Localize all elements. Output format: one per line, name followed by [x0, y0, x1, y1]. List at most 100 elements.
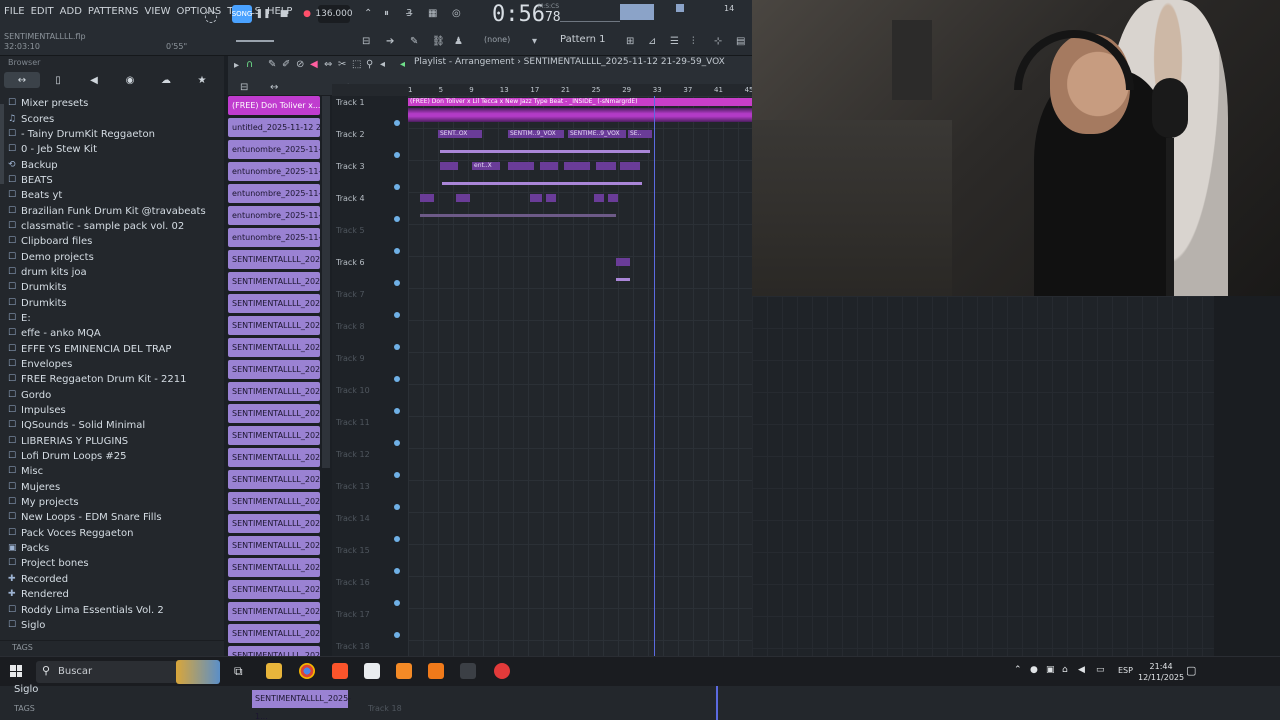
- pattern-list-icon[interactable]: ⊟: [240, 82, 248, 93]
- browser-item[interactable]: ☐ 0 - Jeb Stew Kit: [8, 142, 222, 157]
- browser-item[interactable]: ☐ Lofi Drum Loops #25: [8, 449, 222, 464]
- zoom-tool-icon[interactable]: ⚲: [366, 59, 373, 70]
- vox-clip[interactable]: [596, 162, 616, 170]
- browser-item[interactable]: ☐ IQSounds - Solid Minimal: [8, 418, 222, 433]
- browser-item[interactable]: ☐ New Loops - EDM Snare Fills: [8, 510, 222, 525]
- file-explorer-icon[interactable]: [266, 663, 282, 679]
- network-icon[interactable]: ⌂: [1062, 665, 1068, 675]
- menu-patterns[interactable]: PATTERNS: [88, 6, 139, 17]
- song-mode-button[interactable]: SONG: [232, 5, 252, 23]
- audio-app-icon[interactable]: [460, 663, 476, 679]
- track-mute-led[interactable]: [394, 568, 400, 574]
- loop-icon[interactable]: ◌: [204, 6, 218, 25]
- vox-clip[interactable]: [440, 162, 458, 170]
- browser-tab-cloud[interactable]: ☁: [148, 72, 184, 88]
- draw-tool-icon[interactable]: ✎: [268, 59, 276, 70]
- vox-clip[interactable]: [508, 162, 534, 170]
- pattern-clip-item[interactable]: SENTIMENTALLLL_2025-1...: [228, 536, 320, 555]
- vox-clip[interactable]: [616, 258, 630, 266]
- track-label[interactable]: Track 9: [336, 354, 365, 363]
- menu-file[interactable]: FILE: [4, 6, 25, 17]
- stamp-icon[interactable]: ♟: [454, 36, 463, 47]
- obs-icon[interactable]: [494, 663, 510, 679]
- pattern-clip-item[interactable]: SENTIMENTALLLL_2025-1...: [228, 580, 320, 599]
- vox-clip[interactable]: [530, 194, 542, 202]
- track-label[interactable]: Track 15: [336, 546, 370, 555]
- pattern-clip-item[interactable]: entunombre_2025-11-12...: [228, 162, 320, 181]
- pattern-clip-item[interactable]: entunombre_2025-11-12...: [228, 184, 320, 203]
- track-mute-led[interactable]: [394, 536, 400, 542]
- browser-item[interactable]: ✚ Rendered: [8, 587, 222, 602]
- track-mute-led[interactable]: [394, 440, 400, 446]
- mic-icon[interactable]: ●: [1030, 665, 1038, 675]
- track-mute-led[interactable]: [394, 600, 400, 606]
- pattern-clip-item[interactable]: SENTIMENTALLLL_2025-1...: [228, 558, 320, 577]
- menu-arrow-icon[interactable]: ▸: [234, 60, 239, 71]
- browser-item[interactable]: ♫ Scores: [8, 111, 222, 126]
- pattern-clip-item[interactable]: SENTIMENTALLLL_2025-1...: [228, 470, 320, 489]
- browser-item[interactable]: ☐ Demo projects: [8, 249, 222, 264]
- track-label[interactable]: Track 8: [336, 322, 365, 331]
- step-edit-icon[interactable]: ▦: [428, 8, 437, 19]
- pattern-clip-item[interactable]: SENTIMENTALLLL_2025-1...: [228, 492, 320, 511]
- audio-clip-track-1[interactable]: (FREE) Don Toliver x Lil Tecca x New Jaz…: [408, 98, 752, 106]
- playlist-grid[interactable]: [408, 96, 752, 656]
- vox-clip[interactable]: [608, 194, 618, 202]
- track-mute-led[interactable]: [394, 248, 400, 254]
- pattern-clip-item[interactable]: SENTIMENTALLLL_2025-1...: [228, 602, 320, 621]
- mixer-icon[interactable]: ⫶: [692, 36, 695, 47]
- record-button[interactable]: ●: [300, 5, 314, 23]
- menu-view[interactable]: VIEW: [145, 6, 171, 17]
- track-label[interactable]: Track 6: [336, 258, 365, 267]
- track-mute-led[interactable]: [394, 376, 400, 382]
- chain-icon[interactable]: ⛓: [432, 36, 445, 47]
- brush-icon[interactable]: ✎: [410, 36, 418, 47]
- pattern-clip-item[interactable]: SENTIMENTALLLL_2025-1...: [228, 360, 320, 379]
- pattern-clip-item[interactable]: SENTIMENTALLLL_2025-1...: [228, 250, 320, 269]
- pattern-clip-item[interactable]: SENTIMENTALLLL_2025-1...: [228, 624, 320, 643]
- pattern-clip-item[interactable]: entunombre_2025-11-12...: [228, 228, 320, 247]
- browser-item[interactable]: ☐ Siglo: [8, 618, 222, 633]
- blend-icon[interactable]: ◎: [452, 8, 461, 19]
- pattern-add-icon[interactable]: ⊞: [626, 36, 634, 47]
- pattern-clip-item[interactable]: SENTIMENTALLLL_2025-1...: [228, 426, 320, 445]
- track-mute-led[interactable]: [394, 280, 400, 286]
- browser-item[interactable]: ☐ Pack Voces Reggaeton: [8, 526, 222, 541]
- pattern-clip-item[interactable]: SENTIMENTALLLL_2025-1...: [228, 448, 320, 467]
- channel-rack-icon[interactable]: ⊹: [714, 36, 722, 47]
- browser-scrollbar[interactable]: [0, 104, 4, 184]
- browser-tab-files[interactable]: ▯: [40, 72, 76, 88]
- pattern-selector[interactable]: Pattern 1: [560, 34, 610, 48]
- paint-tool-icon[interactable]: ✐: [282, 59, 290, 70]
- track-mute-led[interactable]: [394, 504, 400, 510]
- pattern-list-scrollbar[interactable]: [322, 96, 330, 468]
- move-icon[interactable]: ↔: [270, 82, 278, 93]
- track-mute-led[interactable]: [394, 216, 400, 222]
- track-label[interactable]: Track 17: [336, 610, 370, 619]
- vox-clip[interactable]: SENT..OX: [438, 130, 482, 138]
- audio-waveform[interactable]: [408, 108, 752, 122]
- snap-select[interactable]: (none): [484, 35, 510, 44]
- track-mute-led[interactable]: [394, 408, 400, 414]
- browser-item[interactable]: ☐ E:: [8, 311, 222, 326]
- browser-item[interactable]: ☐ Envelopes: [8, 357, 222, 372]
- browser-item[interactable]: ☐ Roddy Lima Essentials Vol. 2: [8, 602, 222, 617]
- browser-tab-favorites[interactable]: ★: [184, 72, 220, 88]
- track-label[interactable]: Track 1: [336, 98, 365, 107]
- browser-item[interactable]: ☐ Gordo: [8, 388, 222, 403]
- playhead[interactable]: [654, 96, 655, 656]
- vox-clip[interactable]: [420, 194, 434, 202]
- vox-clip[interactable]: SE..: [628, 130, 652, 138]
- pattern-clip-bottom[interactable]: SENTIMENTALLLL_2025-1...: [252, 690, 351, 720]
- master-volume-slider[interactable]: [236, 40, 274, 42]
- pattern-clip-item[interactable]: (FREE) Don Toliver x...: [228, 96, 320, 115]
- vox-clip[interactable]: ent..X: [472, 162, 500, 170]
- browser-item[interactable]: ✚ Recorded: [8, 572, 222, 587]
- menu-add[interactable]: ADD: [60, 6, 82, 17]
- track-mute-led[interactable]: [394, 120, 400, 126]
- vox-clip[interactable]: [594, 194, 604, 202]
- metronome-icon[interactable]: ⌃: [364, 8, 372, 19]
- track-label[interactable]: Track 5: [336, 226, 365, 235]
- arrow-icon[interactable]: ➔: [386, 36, 394, 47]
- browser-item[interactable]: ☐ FREE Reggaeton Drum Kit - 2211: [8, 372, 222, 387]
